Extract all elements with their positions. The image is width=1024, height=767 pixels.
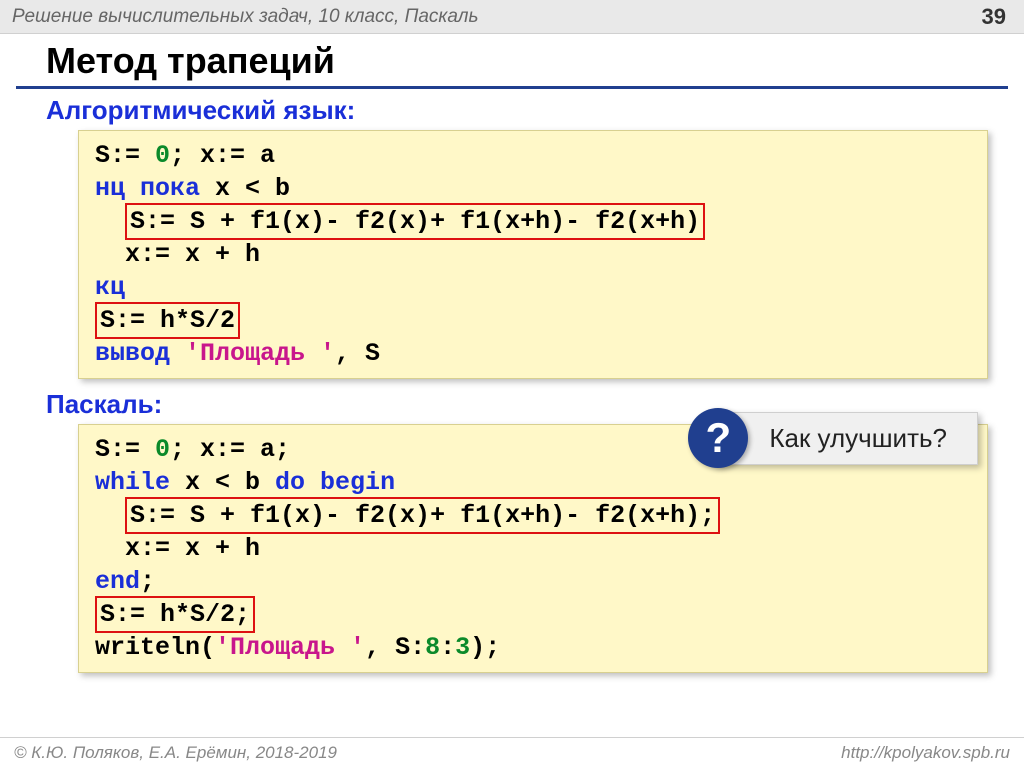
code-number: 3 — [455, 633, 470, 662]
code-text: ; x:= a; — [170, 435, 290, 464]
code-text: ; — [140, 567, 155, 596]
code-text: writeln( — [95, 633, 215, 662]
code-keyword: нц пока — [95, 174, 200, 203]
code-keyword: while — [95, 468, 170, 497]
code-text: ); — [470, 633, 500, 662]
callout-box: ? Как улучшить? — [688, 408, 978, 468]
question-icon: ? — [688, 408, 748, 468]
copyright-text: © К.Ю. Поляков, Е.А. Ерёмин, 2018-2019 — [14, 743, 337, 763]
code-text: x < b — [170, 468, 275, 497]
footer: © К.Ю. Поляков, Е.А. Ерёмин, 2018-2019 h… — [0, 737, 1024, 767]
footer-url: http://kpolyakov.spb.ru — [841, 743, 1010, 763]
code-text: , S: — [365, 633, 425, 662]
code-keyword: end — [95, 567, 140, 596]
code-block-algo: S:= 0; x:= a нц пока x < b S:= S + f1(x)… — [78, 130, 988, 379]
highlight-box: S:= S + f1(x)- f2(x)+ f1(x+h)- f2(x+h) — [125, 203, 705, 240]
highlight-box: S:= h*S/2 — [95, 302, 240, 339]
code-string: 'Площадь ' — [185, 339, 335, 368]
code-number: 8 — [425, 633, 440, 662]
code-keyword: do begin — [275, 468, 395, 497]
highlight-box: S:= S + f1(x)- f2(x)+ f1(x+h)- f2(x+h); — [125, 497, 720, 534]
breadcrumb: Решение вычислительных задач, 10 класс, … — [12, 6, 478, 28]
code-text: : — [440, 633, 455, 662]
topbar: Решение вычислительных задач, 10 класс, … — [0, 0, 1024, 34]
code-text: , S — [335, 339, 380, 368]
code-text: x:= x + h — [95, 240, 260, 269]
code-text: x < b — [200, 174, 290, 203]
code-string: 'Площадь ' — [215, 633, 365, 662]
callout-text: Как улучшить? — [714, 412, 978, 465]
code-keyword: вывод — [95, 339, 185, 368]
page-number: 39 — [982, 4, 1006, 30]
code-text: x:= x + h — [95, 534, 260, 563]
code-text: ; x:= a — [170, 141, 275, 170]
code-number: 0 — [155, 141, 170, 170]
code-text: S:= — [95, 435, 155, 464]
code-number: 0 — [155, 435, 170, 464]
code-text: S:= — [95, 141, 155, 170]
code-keyword: кц — [95, 273, 125, 302]
page-title: Метод трапеций — [16, 34, 1008, 89]
highlight-box: S:= h*S/2; — [95, 596, 255, 633]
section-label-algo: Алгоритмический язык: — [46, 95, 1024, 126]
